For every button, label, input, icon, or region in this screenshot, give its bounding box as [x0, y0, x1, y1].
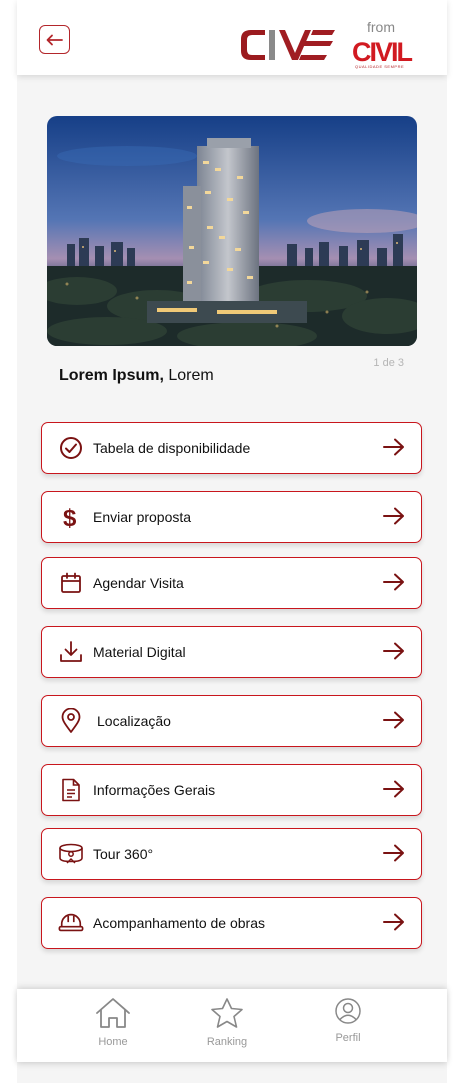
nav-label: Ranking [206, 1036, 248, 1048]
nav-item-profile[interactable]: Perfil [313, 997, 383, 1044]
menu-item-label: Acompanhamento de obras [93, 915, 265, 931]
menu-item-tour-360[interactable]: Tour 360° [41, 828, 422, 880]
hard-hat-icon [58, 910, 84, 936]
back-button[interactable] [39, 25, 70, 54]
menu-item-label: Informações Gerais [93, 782, 216, 798]
download-icon [58, 639, 84, 665]
property-location: Lorem [163, 367, 214, 384]
menu-item-label: Tabela de disponibilidade [93, 440, 251, 456]
menu-item-schedule-visit[interactable]: Agendar Visita [41, 557, 422, 609]
nav-item-home[interactable]: Home [78, 997, 148, 1048]
nav-label: Perfil [335, 1032, 361, 1044]
header: from CIVIL QUALIDADE SEMPRE [17, 0, 447, 75]
bottom-nav: Home Ranking Perfil [17, 989, 447, 1062]
property-name: Lorem Ipsum, [59, 367, 164, 384]
gallery-counter: 1 de 3 [373, 357, 404, 369]
menu-item-digital-material[interactable]: Material Digital [41, 626, 422, 678]
arrow-right-icon [383, 711, 404, 729]
star-icon [211, 998, 243, 1028]
user-icon [335, 998, 361, 1024]
property-title: Lorem Ipsum, Lorem [59, 367, 214, 385]
svg-text:CIVIL: CIVIL [352, 37, 413, 65]
property-photo[interactable] [47, 116, 417, 346]
menu-item-label: Agendar Visita [93, 575, 184, 591]
menu-item-send-proposal[interactable]: $ Enviar proposta [41, 491, 422, 543]
dollar-icon: $ [58, 504, 84, 530]
home-icon [96, 998, 130, 1028]
arrow-right-icon [383, 573, 404, 591]
menu-item-construction-tracking[interactable]: Acompanhamento de obras [41, 897, 422, 949]
menu-item-general-info[interactable]: Informações Gerais [41, 764, 422, 816]
civil-logo: CIVIL [352, 37, 413, 65]
arrow-left-icon [46, 34, 63, 45]
arrow-right-icon [383, 780, 404, 798]
from-label: from [367, 19, 395, 35]
menu-item-location[interactable]: Localização [41, 695, 422, 747]
check-circle-icon [58, 435, 84, 461]
menu-item-label: Tour 360° [93, 846, 154, 862]
building-image [47, 116, 417, 346]
vr-360-icon [58, 841, 84, 867]
nav-label: Home [98, 1036, 128, 1048]
arrow-right-icon [383, 438, 404, 456]
arrow-right-icon [383, 844, 404, 862]
calendar-icon [58, 570, 84, 596]
menu-item-label: Enviar proposta [93, 509, 192, 525]
svg-text:$: $ [63, 505, 77, 530]
cive-logo [241, 30, 335, 60]
menu-item-label: Material Digital [93, 644, 186, 660]
arrow-right-icon [383, 913, 404, 931]
menu-item-label: Localização [97, 713, 171, 729]
app-screen: from CIVIL QUALIDADE SEMPRE 1 de 3 Lorem… [17, 0, 447, 1083]
arrow-right-icon [383, 507, 404, 525]
document-icon [58, 777, 84, 803]
nav-item-ranking[interactable]: Ranking [192, 997, 262, 1048]
menu-item-availability-table[interactable]: Tabela de disponibilidade [41, 422, 422, 474]
civil-tagline: QUALIDADE SEMPRE [355, 64, 405, 69]
location-pin-icon [58, 708, 84, 734]
arrow-right-icon [383, 642, 404, 660]
